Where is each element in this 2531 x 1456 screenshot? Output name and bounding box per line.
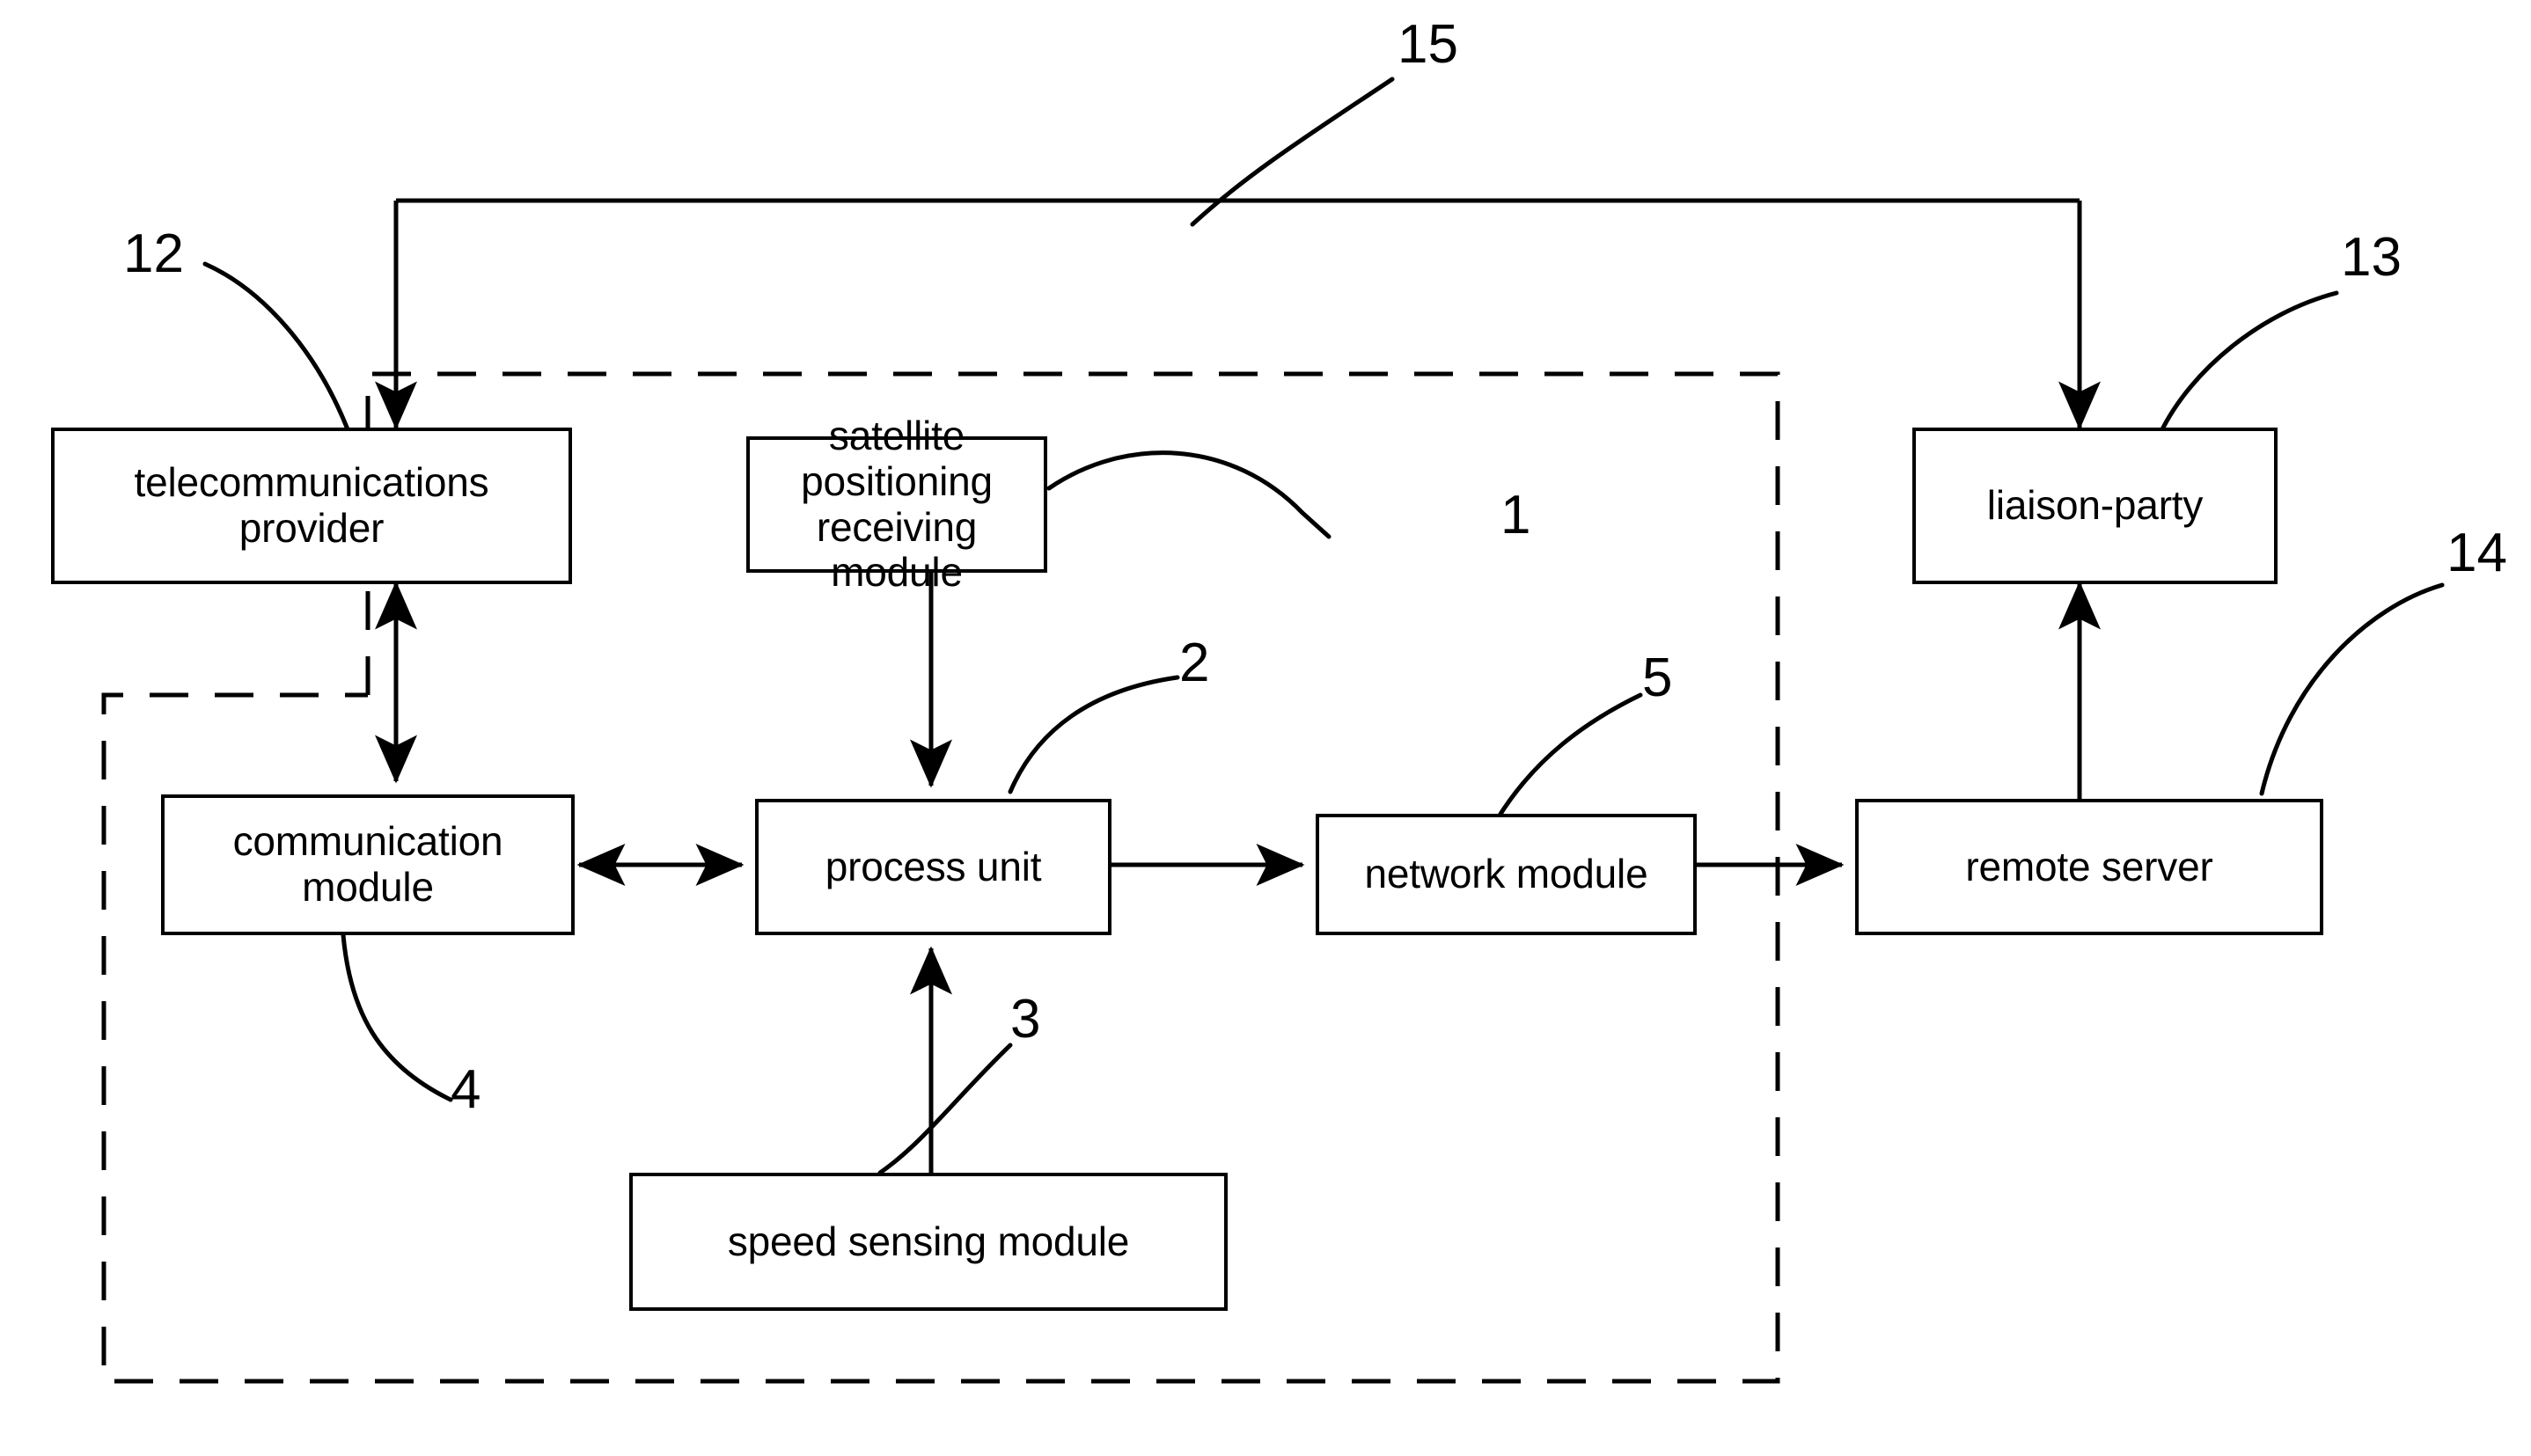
leader-line-13 [2158, 290, 2339, 435]
node-satellite-positioning-receiving-module[interactable]: satellite positioning receiving module [746, 413, 1047, 595]
reference-numeral-1: 1 [1500, 485, 1531, 545]
node-speed-sensing-module[interactable]: speed sensing module [629, 1173, 1228, 1311]
node-label-speed-sensing-module: speed sensing module [727, 1218, 1130, 1264]
figure-canvas: telecommunications provider satellite po… [0, 0, 2531, 1456]
reference-numeral-15: 15 [1398, 14, 1458, 75]
node-network-module[interactable]: network module [1316, 814, 1697, 935]
reference-numeral-14: 14 [2447, 523, 2507, 583]
reference-numeral-3: 3 [1010, 989, 1041, 1050]
leader-line-5 [1495, 692, 1643, 821]
leader-line-1 [1046, 450, 1332, 539]
node-label-communication-module: communication module [232, 818, 503, 910]
node-remote-server[interactable]: remote server [1855, 799, 2323, 935]
reference-numeral-13: 13 [2341, 227, 2402, 288]
diagram-lines-layer [101, 77, 2445, 1384]
reference-numeral-2: 2 [1179, 633, 1210, 693]
leader-line-3 [877, 1043, 1013, 1175]
node-telecommunications-provider[interactable]: telecommunications provider [51, 428, 572, 584]
leader-line-4 [341, 933, 453, 1102]
node-label-liaison-party: liaison-party [1986, 482, 2204, 529]
reference-numeral-4: 4 [451, 1059, 481, 1120]
node-label-network-module: network module [1364, 851, 1648, 897]
leader-line-12 [202, 261, 350, 432]
node-label-remote-server: remote server [1965, 843, 2213, 889]
leader-line-2 [1008, 675, 1180, 794]
bus-line-15 [375, 198, 2101, 430]
reference-numeral-12: 12 [123, 223, 184, 284]
leader-line-14 [2259, 582, 2445, 796]
node-label-satellite-positioning-receiving-module: satellite positioning receiving module [801, 413, 993, 596]
node-communication-module[interactable]: communication module [161, 794, 575, 935]
node-label-process-unit: process unit [825, 843, 1042, 889]
node-liaison-party[interactable]: liaison-party [1912, 428, 2278, 584]
reference-numeral-5: 5 [1642, 648, 1673, 708]
node-process-unit[interactable]: process unit [755, 799, 1111, 935]
node-label-telecommunications-provider: telecommunications provider [134, 459, 489, 551]
